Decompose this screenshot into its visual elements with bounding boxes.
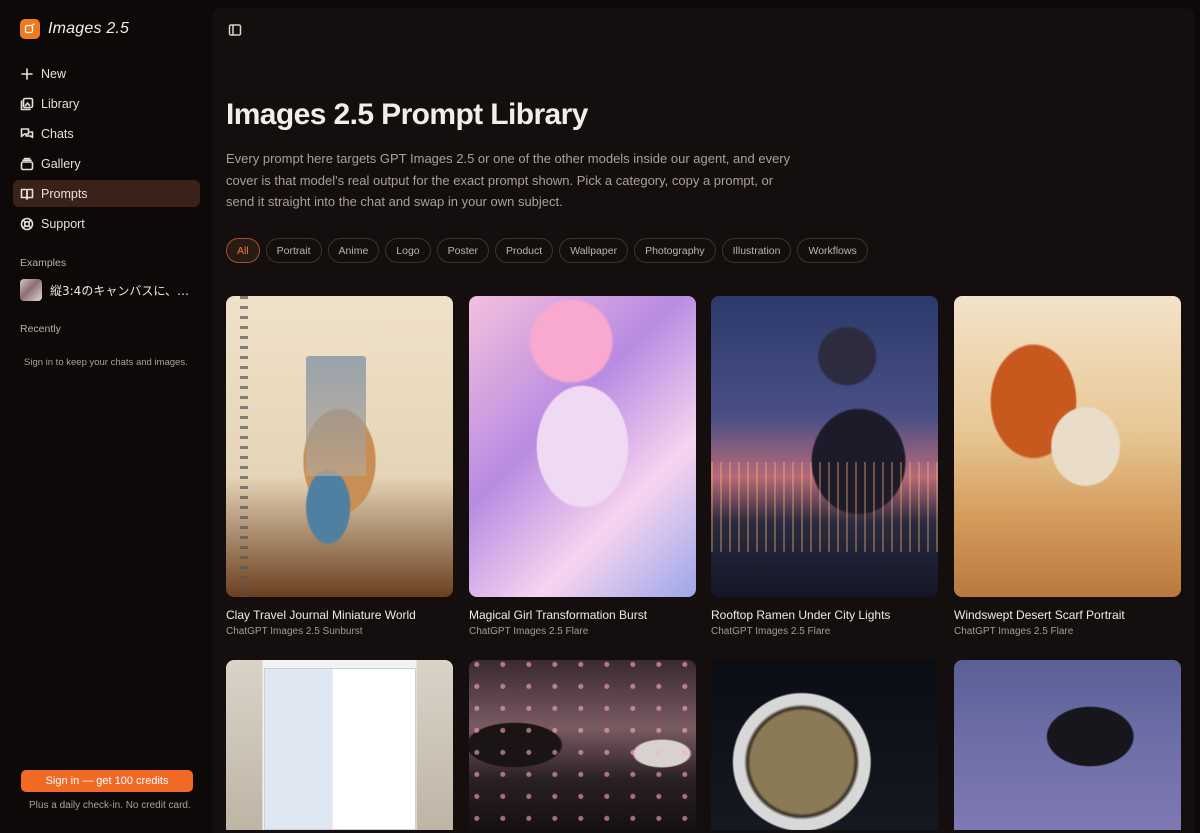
prompt-card-model: ChatGPT Images 2.5 Flare [711, 626, 831, 637]
prompt-card[interactable] [711, 660, 938, 830]
sidebar-nav: New Library Chats Gallery Prompts Suppor… [13, 60, 200, 240]
prompt-card-image [469, 296, 696, 597]
prompt-card[interactable] [469, 660, 696, 830]
main-panel: Images 2.5 Prompt Library Every prompt h… [212, 8, 1195, 833]
sidebar-item-label: Support [41, 216, 85, 231]
recently-empty-note: Sign in to keep your chats and images. [24, 357, 188, 368]
sidebar-item-chats[interactable]: Chats [13, 120, 200, 147]
sidebar-item-label: Chats [41, 126, 74, 141]
prompt-card[interactable]: Rooftop Ramen Under City Lights ChatGPT … [711, 296, 938, 637]
chats-icon [20, 127, 34, 141]
prompt-card[interactable]: Magical Girl Transformation Burst ChatGP… [469, 296, 696, 637]
book-icon [20, 187, 34, 201]
gallery-icon [20, 157, 34, 171]
filter-chip-product[interactable]: Product [495, 238, 554, 263]
sidebar-item-label: New [41, 66, 67, 81]
brand-title: Images 2.5 [48, 20, 130, 37]
page-description: Every prompt here targets GPT Images 2.5… [226, 151, 791, 209]
filter-chip-wallpaper[interactable]: Wallpaper [559, 238, 629, 263]
prompt-card-image [711, 296, 938, 597]
library-icon [20, 97, 34, 111]
prompt-card-title: Rooftop Ramen Under City Lights [711, 608, 891, 622]
prompt-card-image [954, 296, 1181, 597]
examples-label: Examples [20, 257, 67, 269]
filter-chip-portrait[interactable]: Portrait [265, 238, 322, 263]
example-chat-title: 縦3:4のキャンバスに、同... [50, 283, 200, 298]
prompt-card-image [226, 660, 453, 830]
sidebar-item-label: Library [41, 96, 80, 111]
prompt-card-title: Magical Girl Transformation Burst [469, 608, 648, 622]
sidebar-item-prompts[interactable]: Prompts [13, 180, 200, 207]
prompt-card[interactable]: Windswept Desert Scarf Portrait ChatGPT … [954, 296, 1181, 637]
filter-chip-poster[interactable]: Poster [436, 238, 489, 263]
prompt-card-title: Windswept Desert Scarf Portrait [954, 608, 1125, 622]
sidebar-item-label: Gallery [41, 156, 81, 171]
signin-button[interactable]: Sign in — get 100 credits [21, 770, 193, 792]
prompt-card-title: Clay Travel Journal Miniature World [226, 608, 416, 622]
prompt-card-model: ChatGPT Images 2.5 Sunburst [226, 626, 363, 637]
prompt-card-image [469, 660, 696, 830]
prompt-card[interactable] [226, 660, 453, 830]
filter-chip-logo[interactable]: Logo [385, 238, 431, 263]
filter-chip-illustration[interactable]: Illustration [721, 238, 792, 263]
sidebar-item-library[interactable]: Library [13, 90, 200, 117]
prompt-card-model: ChatGPT Images 2.5 Flare [954, 626, 1074, 637]
prompt-card[interactable] [954, 660, 1181, 830]
prompt-card[interactable]: Clay Travel Journal Miniature World Chat… [226, 296, 453, 637]
filter-chip-workflows[interactable]: Workflows [797, 238, 868, 263]
sidebar-item-gallery[interactable]: Gallery [13, 150, 200, 177]
filter-chip-all[interactable]: All [226, 238, 260, 263]
recently-label: Recently [20, 323, 61, 335]
sidebar-item-label: Prompts [41, 186, 88, 201]
sidebar-item-support[interactable]: Support [13, 210, 200, 237]
filter-chip-anime[interactable]: Anime [327, 238, 380, 263]
sidebar-item-new[interactable]: New [13, 60, 200, 87]
lifebuoy-icon [20, 217, 34, 231]
sidebar: Images 2.5 New Library Chats Gallery Pro… [0, 0, 212, 833]
example-chat-item[interactable]: 縦3:4のキャンバスに、同... [20, 278, 200, 302]
example-thumbnail [20, 279, 42, 301]
brand-logo-icon [20, 19, 40, 39]
page-title: Images 2.5 Prompt Library [226, 98, 588, 131]
prompt-card-model: ChatGPT Images 2.5 Flare [469, 626, 589, 637]
filter-chip-photography[interactable]: Photography [634, 238, 716, 263]
sidebar-toggle-icon[interactable] [228, 23, 242, 37]
prompt-card-image [226, 296, 453, 597]
brand[interactable]: Images 2.5 [20, 19, 129, 39]
checkin-note: Plus a daily check-in. No credit card. [29, 800, 191, 811]
plus-icon [20, 67, 34, 81]
prompt-card-image [711, 660, 938, 830]
prompt-card-image [954, 660, 1181, 830]
category-filters: All Portrait Anime Logo Poster Product W… [226, 238, 874, 263]
